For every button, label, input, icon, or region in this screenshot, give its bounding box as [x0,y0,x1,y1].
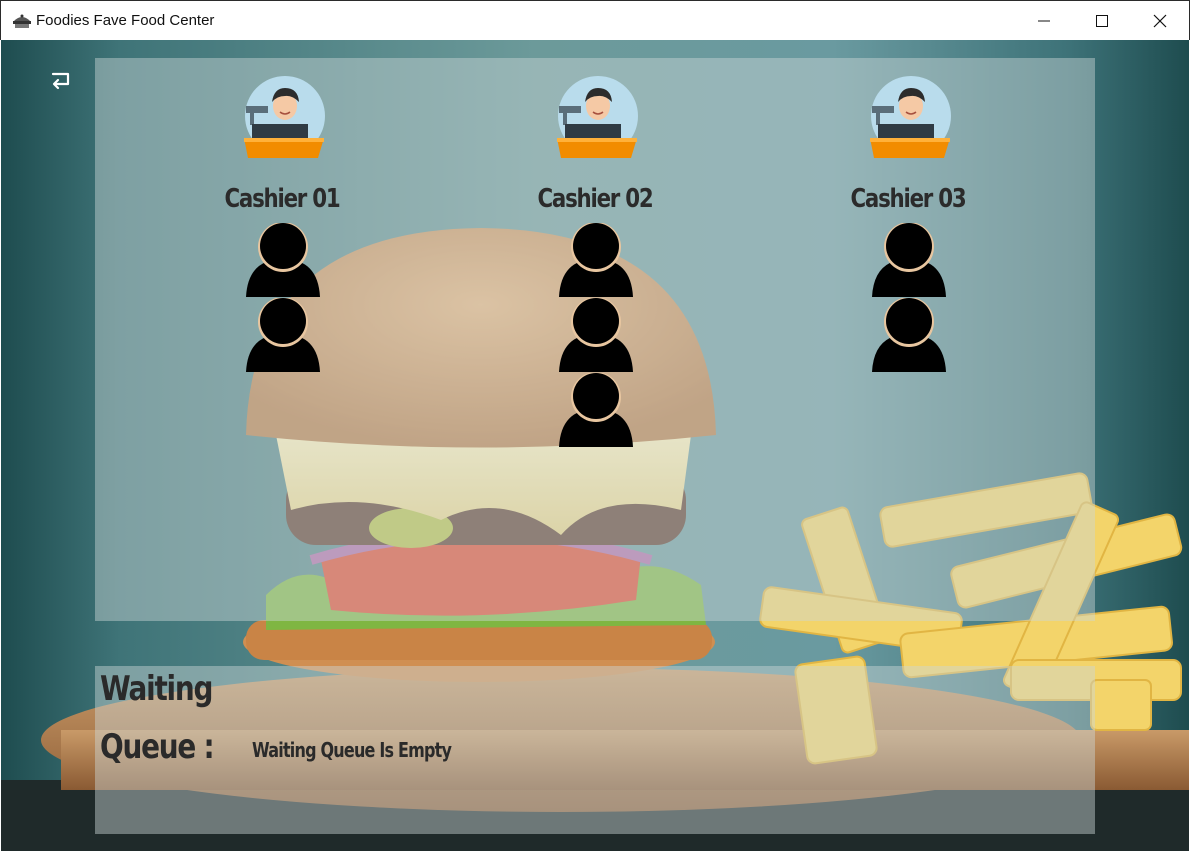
customer-icon [872,223,946,297]
close-button[interactable] [1131,1,1189,41]
window-titlebar: Foodies Fave Food Center [0,0,1190,40]
waiting-queue-panel [95,666,1095,834]
maximize-icon [1096,15,1108,27]
customer-icon [872,298,946,372]
customer-icon [246,223,320,297]
window-title: Foodies Fave Food Center [36,12,215,29]
cashier-icon [870,76,951,158]
maximize-button[interactable] [1073,1,1131,41]
customer-icon [559,223,633,297]
cashier-label: Cashier 02 [537,184,654,214]
app-logo-icon [13,14,31,28]
close-icon [1153,14,1167,28]
minimize-button[interactable] [1015,1,1073,41]
minimize-icon [1038,20,1050,22]
waiting-queue-title: Waiting Queue : [100,660,215,776]
customer-icon [559,373,633,447]
waiting-queue-status: Waiting Queue Is Empty [252,738,452,762]
cashier-icon [244,76,325,158]
customer-icon [246,298,320,372]
customer-icon [559,298,633,372]
cashier-label: Cashier 01 [224,184,341,214]
waiting-queue-title-line1: Waiting [100,669,213,709]
return-arrow-icon[interactable] [49,70,73,94]
cashier-label: Cashier 03 [850,184,967,214]
cashier-icon [557,76,638,158]
waiting-queue-title-line2: Queue : [100,727,215,767]
